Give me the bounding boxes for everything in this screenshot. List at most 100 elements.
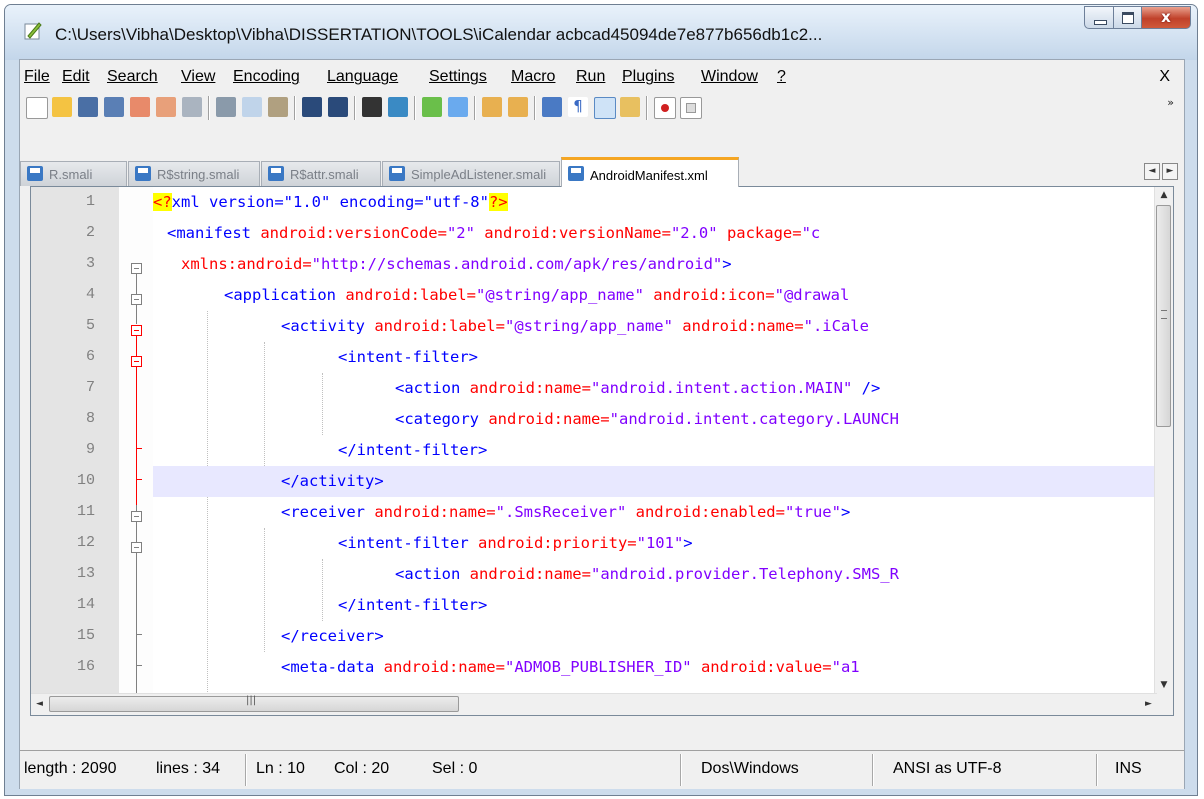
undo-icon[interactable] bbox=[302, 97, 322, 117]
word-wrap-icon[interactable] bbox=[542, 97, 562, 117]
menu-file[interactable]: File bbox=[24, 68, 50, 86]
close-document-button[interactable]: X bbox=[1159, 68, 1170, 86]
menu-edit[interactable]: Edit bbox=[62, 68, 90, 86]
tab-scroll-arrows: ◄ ► bbox=[1144, 163, 1178, 180]
line-number: 4 bbox=[85, 286, 95, 303]
title-bar[interactable]: C:\Users\Vibha\Desktop\Vibha\DISSERTATIO… bbox=[5, 5, 1197, 60]
function-list-icon[interactable] bbox=[620, 97, 640, 117]
code-token: android:value= bbox=[700, 658, 832, 676]
code-token: </intent-filter> bbox=[338, 441, 488, 459]
indent-guide-icon[interactable] bbox=[594, 97, 616, 119]
toolbar-overflow-icon[interactable]: » bbox=[1167, 96, 1174, 109]
code-token: "101" bbox=[636, 534, 684, 552]
status-bar: length : 2090 lines : 34 Ln : 10 Col : 2… bbox=[20, 750, 1184, 789]
code-token: <receiver bbox=[281, 503, 375, 521]
tab-scroll-left-icon[interactable]: ◄ bbox=[1144, 163, 1160, 180]
maximize-button[interactable] bbox=[1114, 6, 1142, 29]
tab-r-smali[interactable]: R.smali bbox=[20, 161, 127, 186]
save-all-icon[interactable] bbox=[104, 97, 124, 117]
menu-encoding[interactable]: Encoding bbox=[233, 68, 300, 86]
menu-run[interactable]: Run bbox=[576, 68, 605, 86]
status-separator bbox=[245, 754, 247, 786]
menu-macro[interactable]: Macro bbox=[511, 68, 555, 86]
record-macro-icon[interactable] bbox=[654, 97, 676, 119]
code-token: xml version="1.0" encoding="utf-8" bbox=[171, 193, 489, 211]
tab-r-attr-smali[interactable]: R$attr.smali bbox=[261, 161, 381, 186]
replace-icon[interactable] bbox=[388, 97, 408, 117]
tab-r-string-smali[interactable]: R$string.smali bbox=[128, 161, 260, 186]
editor-pane[interactable]: 1 <?xml version="1.0" encoding="utf-8"?> … bbox=[30, 186, 1174, 716]
close-window-button[interactable]: x bbox=[1142, 6, 1191, 29]
code-text: </intent-filter> bbox=[338, 441, 487, 459]
zoom-out-icon[interactable] bbox=[448, 97, 468, 117]
code-line: 15 </receiver> bbox=[31, 621, 1157, 652]
paste-icon[interactable] bbox=[268, 97, 288, 117]
code-token: </receiver> bbox=[281, 627, 384, 645]
stop-macro-icon[interactable] bbox=[680, 97, 702, 119]
scroll-down-icon[interactable]: ▼ bbox=[1155, 677, 1173, 694]
code-token: </activity> bbox=[281, 472, 384, 490]
close-all-icon[interactable] bbox=[156, 97, 176, 117]
menu-help[interactable]: ? bbox=[777, 68, 786, 86]
copy-icon[interactable] bbox=[242, 97, 262, 117]
code-token: <intent-filter> bbox=[338, 348, 478, 366]
code-text: <action android:name="android.provider.T… bbox=[395, 565, 899, 583]
code-token: android:icon= bbox=[653, 286, 775, 304]
code-token: /> bbox=[861, 379, 881, 397]
horizontal-scrollbar[interactable]: ◄ ||| ► bbox=[31, 693, 1157, 715]
status-separator bbox=[680, 754, 682, 786]
toolbar-separator bbox=[534, 96, 536, 120]
horizontal-scroll-thumb[interactable]: ||| bbox=[49, 695, 459, 712]
line-number: 1 bbox=[85, 193, 95, 210]
new-file-icon[interactable] bbox=[26, 97, 48, 119]
saved-file-icon bbox=[568, 166, 584, 181]
redo-icon[interactable] bbox=[328, 97, 348, 117]
scroll-left-icon[interactable]: ◄ bbox=[31, 694, 48, 715]
code-token: "android.intent.category.LAUNCH bbox=[609, 410, 899, 428]
code-text: <activity android:label="@string/app_nam… bbox=[281, 317, 869, 335]
line-number: 7 bbox=[85, 379, 95, 396]
line-number: 6 bbox=[85, 348, 95, 365]
tab-simpleadlistener-smali[interactable]: SimpleAdListener.smali bbox=[382, 161, 560, 186]
menu-window[interactable]: Window bbox=[701, 68, 758, 86]
status-eol-format[interactable]: Dos\Windows bbox=[701, 760, 799, 778]
code-line: 9 </intent-filter> bbox=[31, 435, 1157, 466]
sync-vertical-icon[interactable] bbox=[482, 97, 502, 117]
scroll-up-icon[interactable]: ▲ bbox=[1155, 187, 1173, 204]
status-line-number: Ln : 10 bbox=[256, 760, 305, 777]
code-token: "2" bbox=[446, 224, 485, 242]
cut-icon[interactable] bbox=[216, 97, 236, 117]
code-token: android:label= bbox=[374, 317, 505, 335]
menu-view[interactable]: View bbox=[181, 68, 215, 86]
code-text: xmlns:android="http://schemas.android.co… bbox=[181, 255, 732, 273]
code-area[interactable]: 1 <?xml version="1.0" encoding="utf-8"?> … bbox=[31, 187, 1157, 694]
tab-scroll-right-icon[interactable]: ► bbox=[1162, 163, 1178, 180]
save-icon[interactable] bbox=[78, 97, 98, 117]
zoom-in-icon[interactable] bbox=[422, 97, 442, 117]
open-file-icon[interactable] bbox=[52, 97, 72, 117]
menu-plugins[interactable]: Plugins bbox=[622, 68, 674, 86]
show-all-chars-icon[interactable]: ¶ bbox=[568, 97, 588, 117]
vertical-scrollbar[interactable]: ▲ ▼ bbox=[1154, 187, 1173, 694]
code-token: "true" bbox=[784, 503, 841, 521]
print-icon[interactable] bbox=[182, 97, 202, 117]
saved-file-icon bbox=[135, 166, 151, 181]
vertical-scroll-thumb[interactable] bbox=[1156, 205, 1171, 427]
code-token: "@string/app_name" bbox=[475, 286, 654, 304]
code-token: package= bbox=[726, 224, 802, 242]
menu-search[interactable]: Search bbox=[107, 68, 158, 86]
code-token: "@string/app_name" bbox=[504, 317, 683, 335]
status-insert-mode[interactable]: INS bbox=[1115, 760, 1142, 778]
menu-language[interactable]: Language bbox=[327, 68, 398, 86]
line-number: 10 bbox=[76, 472, 95, 489]
toolbar-separator bbox=[414, 96, 416, 120]
find-icon[interactable] bbox=[362, 97, 382, 117]
status-encoding[interactable]: ANSI as UTF-8 bbox=[893, 760, 1001, 778]
sync-horizontal-icon[interactable] bbox=[508, 97, 528, 117]
tab-androidmanifest-xml[interactable]: AndroidManifest.xml bbox=[561, 157, 739, 187]
code-text: <category android:name="android.intent.c… bbox=[395, 410, 899, 428]
menu-settings[interactable]: Settings bbox=[429, 68, 487, 86]
minimize-button[interactable] bbox=[1084, 6, 1114, 29]
toolbar: ¶ » bbox=[20, 92, 1184, 124]
close-icon[interactable] bbox=[130, 97, 150, 117]
